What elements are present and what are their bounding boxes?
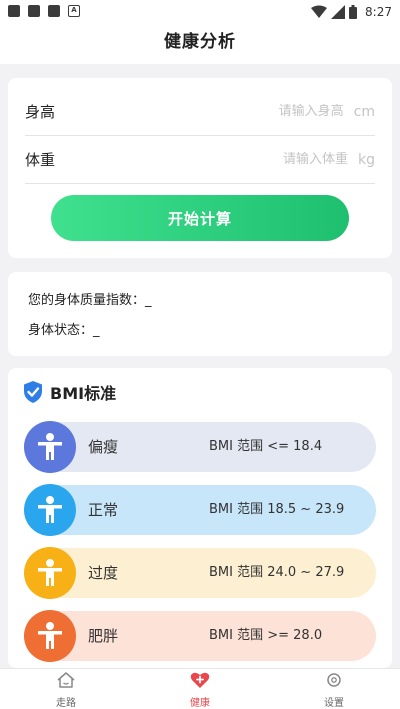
height-input[interactable] bbox=[55, 104, 344, 119]
bmi-standard-card: BMI标准 偏瘦 BMI 范围 <= 18.4 正常 BMI 范围 18.5 ~… bbox=[8, 368, 392, 668]
bmi-item-name: 过度 bbox=[88, 564, 119, 582]
clock: 8:27 bbox=[365, 5, 392, 19]
bmi-result: 您的身体质量指数：_ bbox=[28, 289, 152, 308]
title-bar: 健康分析 bbox=[0, 24, 400, 64]
shield-check-icon bbox=[24, 381, 42, 403]
bmi-item-range: BMI 范围 >= 28.0 bbox=[209, 628, 323, 643]
bmi-item-normal: 正常 BMI 范围 18.5 ~ 23.9 bbox=[24, 484, 376, 536]
bmi-item-range: BMI 范围 18.5 ~ 23.9 bbox=[209, 502, 345, 517]
status-bar: A 8:27 bbox=[0, 0, 400, 24]
body-state-label: 身体状态： bbox=[28, 323, 94, 338]
bottom-tab-bar: 走路 健康 设置 bbox=[0, 668, 400, 709]
height-label: 身高 bbox=[25, 103, 56, 121]
bmi-standard-title: BMI标准 bbox=[50, 384, 117, 403]
tab-walk[interactable]: 走路 bbox=[26, 671, 106, 709]
weight-unit: kg bbox=[358, 151, 375, 168]
weight-label: 体重 bbox=[25, 151, 56, 169]
input-card: 身高 cm 体重 kg 开始计算 bbox=[8, 78, 392, 258]
bmi-item-range: BMI 范围 <= 18.4 bbox=[209, 439, 323, 454]
weight-row: 体重 kg bbox=[25, 136, 375, 184]
body-state-value: _ bbox=[93, 323, 100, 338]
bmi-item-name: 肥胖 bbox=[88, 627, 119, 645]
wifi-icon bbox=[311, 5, 328, 18]
height-unit: cm bbox=[353, 103, 375, 120]
bmi-item-name: 偏瘦 bbox=[88, 438, 119, 456]
person-icon bbox=[24, 610, 76, 662]
gear-icon bbox=[327, 673, 341, 687]
bmi-item-underweight: 偏瘦 BMI 范围 <= 18.4 bbox=[24, 421, 376, 473]
tab-settings-label: 设置 bbox=[324, 698, 344, 709]
bmi-standard-header: BMI标准 bbox=[22, 380, 116, 404]
notification-icon bbox=[8, 5, 20, 17]
body-state-result: 身体状态：_ bbox=[28, 319, 100, 338]
weight-input[interactable] bbox=[55, 152, 348, 167]
bmi-item-range: BMI 范围 24.0 ~ 27.9 bbox=[209, 565, 345, 580]
bmi-item-overweight: 过度 BMI 范围 24.0 ~ 27.9 bbox=[24, 547, 376, 599]
page-title: 健康分析 bbox=[164, 32, 236, 52]
bmi-item-obese: 肥胖 BMI 范围 >= 28.0 bbox=[24, 610, 376, 662]
person-icon bbox=[24, 421, 76, 473]
bmi-result-value: _ bbox=[145, 293, 152, 308]
notification-icon bbox=[48, 5, 60, 17]
person-icon bbox=[24, 547, 76, 599]
notification-icon bbox=[28, 5, 40, 17]
signal-icon bbox=[331, 5, 346, 19]
tab-settings[interactable]: 设置 bbox=[294, 671, 374, 709]
bmi-item-name: 正常 bbox=[88, 501, 119, 519]
start-calculate-button[interactable]: 开始计算 bbox=[51, 195, 349, 241]
result-card: 您的身体质量指数：_ 身体状态：_ bbox=[8, 272, 392, 356]
app-notification-icon: A bbox=[68, 5, 80, 17]
bmi-result-label: 您的身体质量指数： bbox=[28, 293, 146, 308]
home-icon bbox=[57, 672, 75, 688]
heart-plus-icon bbox=[190, 672, 210, 688]
person-icon bbox=[24, 484, 76, 536]
tab-health[interactable]: 健康 bbox=[160, 671, 240, 709]
tab-health-label: 健康 bbox=[190, 698, 210, 709]
height-row: 身高 cm bbox=[25, 88, 375, 136]
tab-walk-label: 走路 bbox=[56, 698, 76, 709]
battery-icon bbox=[349, 5, 358, 19]
